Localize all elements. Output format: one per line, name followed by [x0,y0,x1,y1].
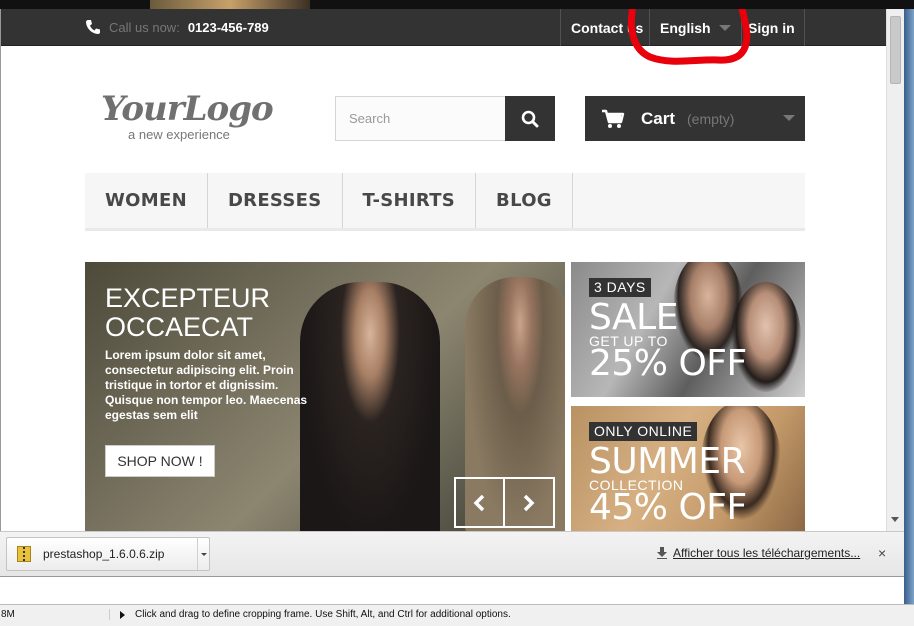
scroll-down-arrow-icon[interactable] [891,517,899,522]
window-edge [904,9,914,609]
main-menu: WOMEN DRESSES T-SHIRTS BLOG [85,173,805,231]
nav-right-group: Contact us English Sign in [560,9,805,46]
top-image-strip [0,0,914,9]
slider-prev-button[interactable] [456,479,505,526]
show-all-downloads-label: Afficher tous les téléchargements... [673,546,861,560]
slide-title: EXCEPTEUR OCCAECAT [105,284,270,342]
cart-label: Cart [641,108,676,128]
blank-area [0,577,904,604]
banner-offer: 45% OFF [589,487,747,528]
download-arrow-icon [657,547,667,559]
slide-title-line1: EXCEPTEUR [105,283,271,313]
cart-button[interactable]: Cart (empty) [585,96,805,141]
show-all-downloads-link[interactable]: Afficher tous les téléchargements... [657,546,860,560]
search-button[interactable] [505,96,555,141]
chevron-right-icon [523,494,535,511]
zip-file-icon [17,546,31,562]
scrollbar-thumb[interactable] [890,16,901,84]
banner-headline: SUMMER [589,441,746,482]
download-bar: prestashop_1.6.0.6.zip Afficher tous les… [0,531,904,577]
search-icon [521,110,539,127]
vertical-scrollbar[interactable] [886,9,904,531]
menu-item-blog[interactable]: BLOG [476,173,573,228]
top-nav-bar: Call us now: 0123-456-789 Contact us Eng… [1,9,886,46]
slide-title-line2: OCCAECAT [105,312,254,342]
chevron-left-icon [473,494,485,511]
logo-tagline: a new experience [128,127,230,142]
top-image-thumb [150,0,310,9]
contact-us-link[interactable]: Contact us [560,9,649,46]
status-zoom: 8M [0,609,110,620]
menu-item-women[interactable]: WOMEN [85,173,208,228]
site-logo[interactable]: YourLogo a new experience [101,92,281,142]
download-file-name: prestashop_1.6.0.6.zip [43,547,165,561]
menu-item-dresses[interactable]: DRESSES [208,173,343,228]
close-download-bar-button[interactable]: × [878,545,886,561]
play-arrow-icon[interactable] [120,611,125,619]
promo-banner-sale[interactable]: 3 DAYS SALE GET UP TO 25% OFF [571,262,805,397]
browser-viewport: Call us now: 0123-456-789 Contact us Eng… [0,9,886,531]
promo-banner-summer[interactable]: ONLY ONLINE SUMMER COLLECTION 45% OFF [571,406,805,531]
cart-status: (empty) [687,110,735,127]
cart-icon [602,109,625,128]
chevron-down-icon [783,115,795,121]
phone-label: Call us now: [109,19,180,35]
slide-text: Lorem ipsum dolor sit amet, consectetur … [105,348,308,422]
chevron-down-icon [719,24,731,31]
download-options-button[interactable] [197,538,209,570]
phone-number: 0123-456-789 [187,19,269,35]
status-bar: 8M Click and drag to define cropping fra… [0,604,914,626]
menu-item-tshirts[interactable]: T-SHIRTS [343,173,477,228]
phone-icon [86,20,100,34]
banner-headline: SALE [589,297,678,338]
sign-in-link[interactable]: Sign in [741,9,805,46]
download-item[interactable]: prestashop_1.6.0.6.zip [6,537,210,571]
search-input[interactable] [335,96,505,141]
logo-text: YourLogo [101,89,274,129]
banner-badge: ONLY ONLINE [589,422,698,441]
status-hint: Click and drag to define cropping frame.… [135,609,511,620]
slider-controls [454,477,555,528]
language-label: English [660,19,711,36]
shop-now-button[interactable]: SHOP NOW ! [105,445,215,477]
chevron-down-icon [200,552,207,556]
language-selector[interactable]: English [649,9,741,46]
banner-badge: 3 DAYS [589,278,651,297]
homepage-slider: EXCEPTEUR OCCAECAT Lorem ipsum dolor sit… [85,262,565,531]
search-box [335,96,555,141]
slider-next-button[interactable] [505,479,553,526]
banner-offer: 25% OFF [589,343,747,384]
phone-info: Call us now: 0123-456-789 [85,17,269,37]
